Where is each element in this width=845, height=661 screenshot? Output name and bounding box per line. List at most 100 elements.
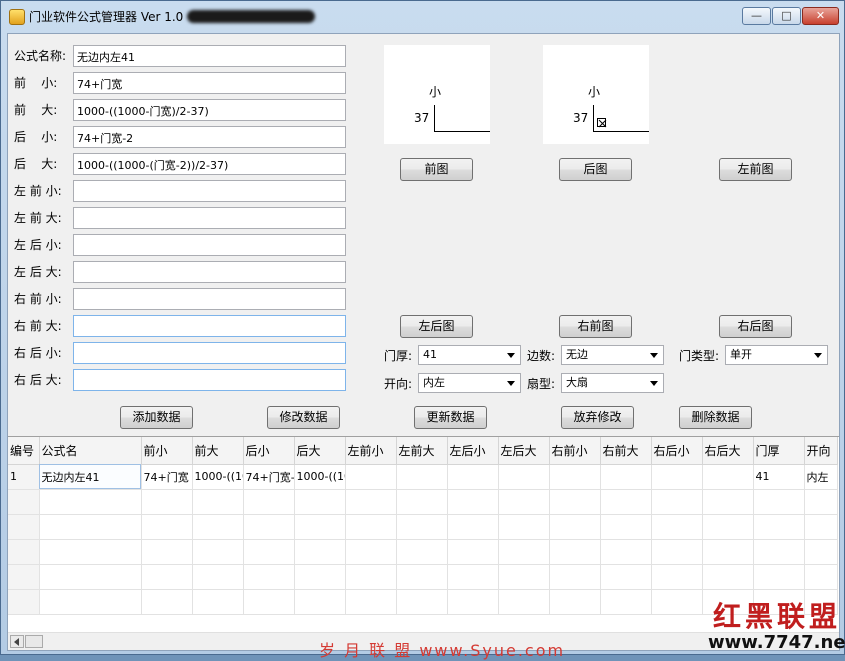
table-cell[interactable]: [243, 564, 295, 590]
table-cell[interactable]: [498, 539, 550, 565]
table-cell[interactable]: [651, 514, 703, 540]
table-cell[interactable]: [549, 489, 601, 515]
table-cell[interactable]: 74+门宽-: [243, 464, 295, 490]
table-row[interactable]: [8, 539, 838, 565]
column-header[interactable]: 右前大: [600, 437, 652, 465]
table-cell[interactable]: [141, 564, 193, 590]
table-cell[interactable]: [192, 489, 244, 515]
field-input[interactable]: 74+门宽: [73, 72, 346, 94]
table-cell[interactable]: 1000-((10: [294, 464, 346, 490]
table-cell[interactable]: [804, 539, 838, 565]
table-cell[interactable]: [39, 564, 142, 590]
table-cell[interactable]: [243, 514, 295, 540]
table-cell[interactable]: [396, 564, 448, 590]
table-cell[interactable]: [39, 514, 142, 540]
table-cell[interactable]: [447, 539, 499, 565]
table-cell[interactable]: [192, 514, 244, 540]
table-cell[interactable]: [243, 589, 295, 615]
field-input[interactable]: [73, 315, 346, 337]
table-cell[interactable]: 74+门宽: [141, 464, 193, 490]
close-button[interactable]: ✕: [802, 7, 839, 25]
table-cell[interactable]: [702, 539, 754, 565]
table-cell[interactable]: [141, 539, 193, 565]
table-cell[interactable]: [804, 514, 838, 540]
table-cell[interactable]: [345, 514, 397, 540]
field-input[interactable]: [73, 369, 346, 391]
field-input[interactable]: 无边内左41: [73, 45, 346, 67]
column-header[interactable]: 右后大: [702, 437, 754, 465]
table-cell[interactable]: [345, 564, 397, 590]
table-row[interactable]: 1无边内左4174+门宽1000-((1074+门宽-1000-((1041内左: [8, 464, 838, 490]
table-cell[interactable]: [753, 489, 805, 515]
column-header[interactable]: 前小: [141, 437, 193, 465]
column-header[interactable]: 左前大: [396, 437, 448, 465]
table-cell[interactable]: [651, 539, 703, 565]
table-cell[interactable]: [447, 564, 499, 590]
field-input[interactable]: [73, 261, 346, 283]
column-header[interactable]: 右前小: [549, 437, 601, 465]
left-front-view-button[interactable]: 左前图: [719, 158, 792, 181]
table-cell[interactable]: [243, 539, 295, 565]
table-cell[interactable]: [600, 564, 652, 590]
table-cell[interactable]: [447, 464, 499, 490]
table-cell[interactable]: [498, 514, 550, 540]
column-header[interactable]: 开向: [804, 437, 838, 465]
table-cell[interactable]: [447, 489, 499, 515]
table-cell[interactable]: [549, 464, 601, 490]
table-cell[interactable]: [702, 564, 754, 590]
column-header[interactable]: 公式名: [39, 437, 142, 465]
table-cell[interactable]: [600, 539, 652, 565]
field-input[interactable]: [73, 207, 346, 229]
field-input[interactable]: [73, 288, 346, 310]
table-cell[interactable]: [396, 589, 448, 615]
table-cell[interactable]: [396, 514, 448, 540]
table-cell[interactable]: [447, 589, 499, 615]
open-direction-select[interactable]: 内左: [418, 373, 521, 393]
table-cell[interactable]: [804, 564, 838, 590]
field-input[interactable]: 1000-((1000-(门宽-2))/2-37): [73, 153, 346, 175]
back-view-button[interactable]: 后图: [559, 158, 632, 181]
table-cell[interactable]: [39, 539, 142, 565]
table-cell[interactable]: [192, 589, 244, 615]
column-header[interactable]: 门厚: [753, 437, 805, 465]
table-cell[interactable]: [651, 589, 703, 615]
table-cell[interactable]: 1000-((10: [192, 464, 244, 490]
table-cell[interactable]: [804, 489, 838, 515]
table-cell[interactable]: [702, 489, 754, 515]
table-cell[interactable]: [396, 539, 448, 565]
maximize-button[interactable]: □: [772, 7, 801, 25]
modify-data-button[interactable]: 修改数据: [267, 406, 340, 429]
table-cell[interactable]: [600, 489, 652, 515]
table-cell[interactable]: [192, 539, 244, 565]
door-thickness-select[interactable]: 41: [418, 345, 521, 365]
left-back-view-button[interactable]: 左后图: [400, 315, 473, 338]
column-header[interactable]: 后小: [243, 437, 295, 465]
table-cell[interactable]: [294, 564, 346, 590]
table-cell[interactable]: [294, 539, 346, 565]
table-cell[interactable]: [294, 489, 346, 515]
table-cell[interactable]: [549, 589, 601, 615]
row-number-cell[interactable]: [8, 489, 40, 515]
table-cell[interactable]: [243, 489, 295, 515]
table-cell[interactable]: [396, 464, 448, 490]
row-number-cell[interactable]: [8, 589, 40, 615]
field-input[interactable]: [73, 180, 346, 202]
table-cell[interactable]: [498, 589, 550, 615]
table-cell[interactable]: [753, 514, 805, 540]
table-cell[interactable]: [549, 564, 601, 590]
scrollbar-thumb[interactable]: [25, 635, 43, 648]
field-input[interactable]: 74+门宽-2: [73, 126, 346, 148]
table-cell[interactable]: [141, 589, 193, 615]
table-row[interactable]: [8, 564, 838, 590]
table-cell[interactable]: [192, 564, 244, 590]
minimize-button[interactable]: —: [742, 7, 771, 25]
leaf-type-select[interactable]: 大扇: [561, 373, 664, 393]
table-cell[interactable]: [651, 489, 703, 515]
add-data-button[interactable]: 添加数据: [120, 406, 193, 429]
column-header[interactable]: 左前小: [345, 437, 397, 465]
table-cell[interactable]: 无边内左41: [39, 464, 142, 490]
table-cell[interactable]: [600, 589, 652, 615]
delete-data-button[interactable]: 删除数据: [679, 406, 752, 429]
title-bar[interactable]: 门业软件公式管理器 Ver 1.0 — □ ✕: [1, 1, 844, 31]
table-cell[interactable]: [141, 514, 193, 540]
